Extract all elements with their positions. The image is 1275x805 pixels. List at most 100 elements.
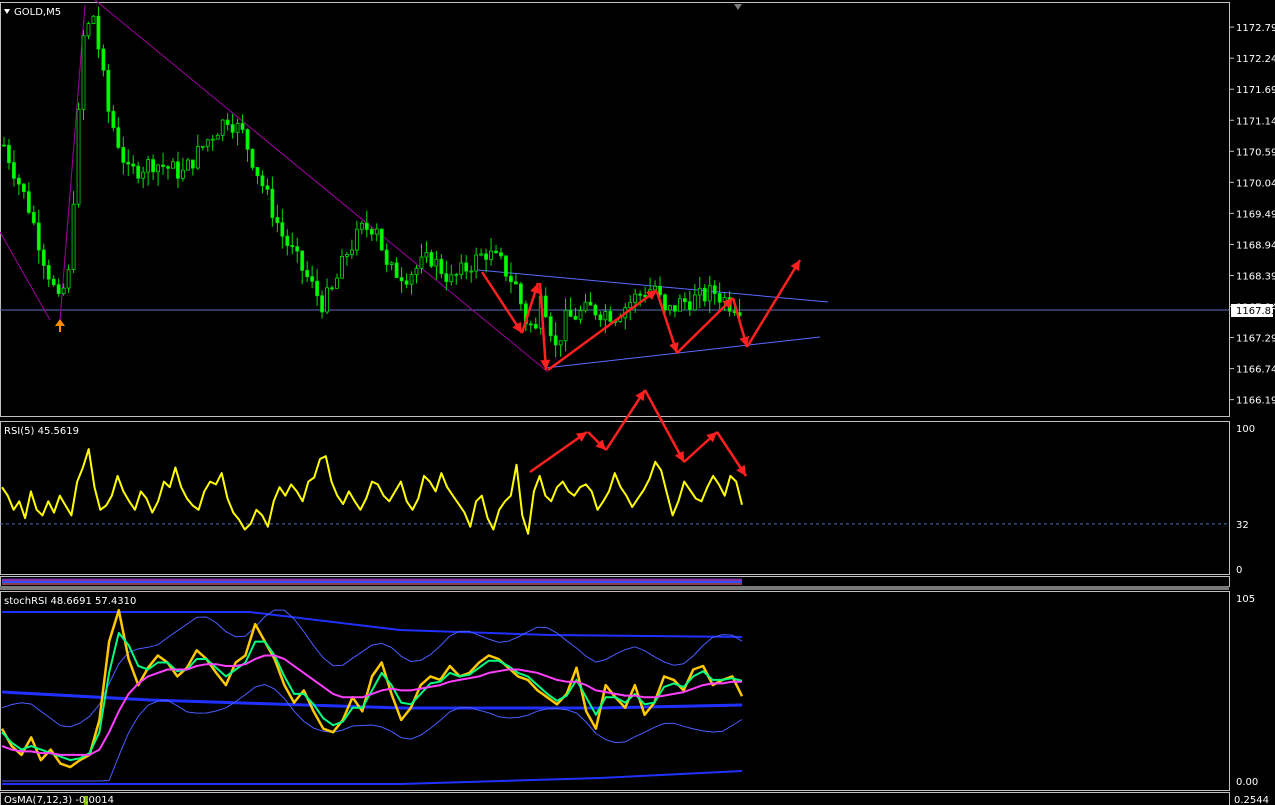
candle-body-63	[315, 280, 320, 297]
candle-body-85	[424, 252, 429, 258]
candle-body-52	[260, 175, 265, 187]
candle-body-54	[270, 188, 275, 218]
candle-body-37	[185, 159, 190, 171]
candle-body-10	[51, 278, 56, 286]
candle-body-81	[404, 280, 409, 285]
candle-body-114	[568, 309, 573, 317]
candle-body-57	[285, 235, 290, 246]
candle-body-25	[126, 161, 131, 165]
stoch-tick-label-0: 105	[1236, 594, 1255, 605]
candle-body-3	[17, 177, 21, 185]
candle-body-120	[598, 314, 603, 321]
candle-body-92	[459, 262, 464, 276]
candle-body-67	[335, 277, 339, 289]
candle-body-7	[36, 222, 41, 251]
candle-body-1	[7, 144, 11, 163]
candle-body-49	[245, 129, 250, 150]
candle-body-4	[21, 183, 26, 193]
candle-body-126	[628, 302, 633, 309]
candle-body-66	[330, 287, 334, 290]
rsi-tick-label-0: 100	[1236, 424, 1255, 435]
candle-body-9	[46, 265, 51, 280]
candle-body-8	[41, 249, 46, 266]
candle-body-50	[250, 148, 255, 168]
candle-body-143	[712, 285, 717, 294]
candle-body-140	[697, 287, 702, 296]
candle-body-11	[56, 284, 61, 294]
candle-body-87	[434, 258, 439, 267]
candle-body-117	[583, 301, 588, 312]
rsi-title: RSI(5) 45.5619	[4, 426, 79, 437]
candle-body-137	[682, 298, 687, 303]
candle-body-97	[484, 253, 488, 260]
candle-body-95	[474, 254, 479, 272]
candle-body-142	[707, 285, 712, 302]
candle-body-112	[558, 340, 563, 346]
candle-body-58	[290, 245, 295, 248]
candle-body-99	[494, 250, 498, 254]
candle-body-103	[514, 281, 518, 285]
candle-body-35	[176, 161, 180, 179]
candle-body-119	[593, 304, 598, 316]
candle-body-77	[384, 249, 389, 265]
pane-separator[interactable]	[0, 586, 1229, 590]
candle-body-73	[364, 222, 369, 230]
price-tick-label-1: 1172.24	[1236, 54, 1275, 65]
candle-body-122	[608, 311, 613, 322]
osma-title: OsMA(7,12,3) -0.0014	[4, 795, 114, 805]
candle-body-20	[101, 48, 106, 71]
candle-body-5	[26, 191, 31, 213]
candle-body-115	[573, 316, 578, 320]
stochrsi-title: stochRSI 48.6691 57.4310	[4, 596, 136, 607]
candle-body-72	[359, 222, 364, 230]
price-tick-label-7: 1168.94	[1236, 240, 1275, 251]
price-chart-title: GOLD,M5	[14, 7, 61, 18]
candle-body-59	[295, 246, 300, 252]
candle-body-42	[210, 138, 215, 141]
candle-body-28	[141, 171, 146, 179]
candle-body-76	[379, 228, 384, 251]
trading-chart[interactable]: GOLD,M5 1172.79 1172.24 1171.69 1171.14 1170…	[0, 0, 1275, 805]
candle-76	[379, 228, 384, 251]
price-tick-label-2: 1171.69	[1236, 85, 1275, 96]
candle-body-23	[116, 127, 121, 148]
candle-body-24	[121, 147, 126, 163]
price-tick-label-12: 1166.19	[1236, 396, 1275, 407]
candle-body-82	[409, 274, 414, 285]
candle-body-14	[71, 203, 76, 270]
candle-body-65	[325, 287, 329, 313]
candle-body-30	[151, 159, 156, 173]
candle-body-64	[320, 295, 324, 313]
candle-body-47	[235, 123, 240, 133]
candle-body-113	[563, 309, 568, 342]
candle-body-71	[354, 228, 359, 251]
candle-body-121	[603, 311, 608, 321]
candle-body-44	[220, 119, 225, 136]
osma-tick: 0.2544	[1234, 795, 1269, 805]
price-tick-label-5: 1170.04	[1236, 178, 1275, 189]
candle-body-29	[146, 159, 151, 173]
candle-body-6	[31, 212, 36, 224]
candle-body-136	[678, 298, 682, 312]
candle-50	[250, 148, 255, 171]
candle-body-89	[444, 273, 449, 283]
candle-body-86	[429, 252, 434, 267]
candle-body-134	[668, 305, 672, 311]
candle-body-16	[81, 35, 86, 110]
candle-body-36	[181, 169, 185, 179]
candle-body-40	[200, 145, 205, 148]
candle-body-17	[86, 23, 91, 37]
candle-body-34	[171, 161, 175, 169]
candle-body-70	[349, 249, 354, 255]
price-tick-label-8: 1168.39	[1236, 271, 1275, 282]
candle-body-118	[588, 301, 593, 306]
candle-body-101	[504, 255, 508, 277]
candle-body-51	[255, 167, 260, 177]
candle-body-96	[479, 253, 484, 256]
candle-body-32	[161, 164, 165, 168]
candle-body-22	[111, 110, 116, 129]
candle-body-33	[166, 166, 170, 169]
candle-body-18	[91, 15, 96, 24]
candle-body-75	[374, 228, 379, 235]
candle-body-80	[399, 277, 404, 282]
